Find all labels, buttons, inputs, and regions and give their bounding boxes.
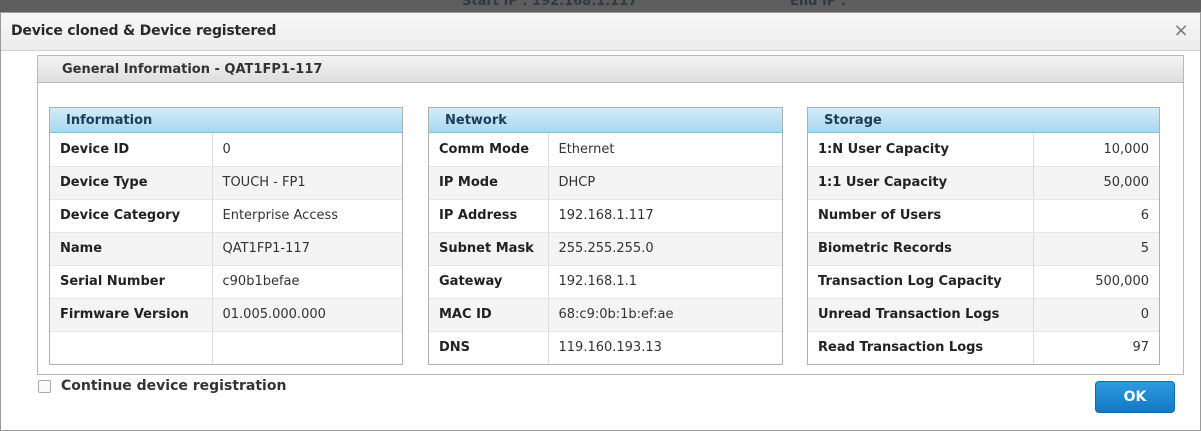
field-label: Subnet Mask [429, 232, 549, 266]
field-value: 6 [1033, 199, 1159, 233]
continue-registration-control[interactable]: Continue device registration [38, 378, 286, 394]
table-row: Device Category Enterprise Access [50, 199, 402, 233]
field-value: 192.168.1.1 [548, 265, 782, 299]
table-row: Device Type TOUCH - FP1 [50, 166, 402, 200]
field-label: 1:1 User Capacity [808, 166, 1034, 200]
field-value: 192.168.1.117 [548, 199, 782, 233]
field-value: 97 [1132, 340, 1149, 356]
table-row: IP Address 192.168.1.117 [429, 199, 782, 233]
field-value: Ethernet [548, 133, 782, 167]
field-value: QAT1FP1-117 [212, 232, 402, 266]
field-label: Biometric Records [808, 232, 1034, 266]
field-label: Serial Number [50, 265, 213, 299]
storage-panel-title: Storage [808, 108, 1159, 133]
table-row: Gateway 192.168.1.1 [429, 265, 782, 299]
field-value: Enterprise Access [212, 199, 402, 233]
field-label: Read Transaction Logs [808, 331, 1034, 364]
field-value: 255.255.255.0 [548, 232, 782, 266]
table-row: Name QAT1FP1-117 [50, 232, 402, 266]
table-row: DNS 119.160.193.13 [429, 331, 782, 364]
table-row: 1:1 User Capacity 50,000 [808, 166, 1159, 200]
field-label: 1:N User Capacity [808, 133, 1034, 167]
field-label: DNS [429, 331, 549, 364]
table-row: IP Mode DHCP [429, 166, 782, 200]
table-row: Number of Users 6 [808, 199, 1159, 233]
field-value: 5 [1033, 232, 1159, 266]
field-label: Device ID [50, 133, 213, 167]
field-label: Number of Users [808, 199, 1034, 233]
general-information-header: General Information - QAT1FP1-117 [38, 56, 1183, 83]
table-row: Subnet Mask 255.255.255.0 [429, 232, 782, 266]
field-label: MAC ID [429, 298, 549, 332]
table-row: Biometric Records 5 [808, 232, 1159, 266]
storage-panel: Storage 1:N User Capacity 10,000 1:1 User… [807, 107, 1160, 365]
information-panel-title: Information [50, 108, 402, 133]
table-row: MAC ID 68:c9:0b:1b:ef:ae [429, 298, 782, 332]
field-label: IP Mode [429, 166, 549, 200]
field-label: Comm Mode [429, 133, 549, 167]
continue-registration-label[interactable]: Continue device registration [61, 378, 286, 394]
table-row: 1:N User Capacity 10,000 [808, 133, 1159, 167]
table-row: Unread Transaction Logs 0 [808, 298, 1159, 332]
end-ip-label: End IP : [790, 0, 847, 9]
start-ip-value: 192.168.1.117 [532, 0, 638, 9]
field-label: Gateway [429, 265, 549, 299]
continue-registration-checkbox[interactable] [38, 379, 51, 393]
field-value: 01.005.000.000 [212, 298, 402, 332]
close-icon[interactable]: × [1172, 22, 1190, 40]
ok-button[interactable]: OK [1095, 381, 1175, 413]
field-value: 500,000 [1033, 265, 1159, 299]
field-value: TOUCH - FP1 [212, 166, 402, 200]
field-value: 0 [212, 133, 402, 167]
field-value: 10,000 [1033, 133, 1159, 167]
field-label: Name [50, 232, 213, 266]
field-label: Firmware Version [50, 298, 213, 332]
storage-table: 1:N User Capacity 10,000 1:1 User Capacit… [808, 133, 1159, 364]
network-panel-title: Network [429, 108, 782, 133]
dialog-header: Device cloned & Device registered × [1, 13, 1200, 51]
table-row [50, 331, 402, 364]
start-ip-label: Start IP : [462, 0, 528, 9]
field-label: Device Category [50, 199, 213, 233]
table-row: Transaction Log Capacity 500,000 [808, 265, 1159, 299]
table-row: Device ID 0 [50, 133, 402, 167]
dialog-title: Device cloned & Device registered [11, 23, 277, 39]
table-row: Firmware Version 01.005.000.000 [50, 298, 402, 332]
field-label: IP Address [429, 199, 549, 233]
field-value: 119.160.193.13 [558, 340, 662, 356]
table-row: Read Transaction Logs 97 [808, 331, 1159, 364]
field-value: 0 [1033, 298, 1159, 332]
information-panel: Information Device ID 0 Device Type TOUCH … [49, 107, 403, 365]
field-value: 68:c9:0b:1b:ef:ae [548, 298, 782, 332]
field-value: DHCP [548, 166, 782, 200]
table-row: Comm Mode Ethernet [429, 133, 782, 167]
table-row: Serial Number c90b1befae [50, 265, 402, 299]
network-table: Comm Mode Ethernet IP Mode DHCP IP Address… [429, 133, 782, 364]
field-value: c90b1befae [212, 265, 402, 299]
field-label [50, 331, 213, 364]
field-label: Device Type [50, 166, 213, 200]
information-table: Device ID 0 Device Type TOUCH - FP1 Device… [50, 133, 402, 364]
field-label: Unread Transaction Logs [808, 298, 1034, 332]
field-value: 50,000 [1033, 166, 1159, 200]
network-panel: Network Comm Mode Ethernet IP Mode DHCP IP… [428, 107, 783, 365]
field-label: Transaction Log Capacity [808, 265, 1034, 299]
field-value [212, 331, 402, 364]
